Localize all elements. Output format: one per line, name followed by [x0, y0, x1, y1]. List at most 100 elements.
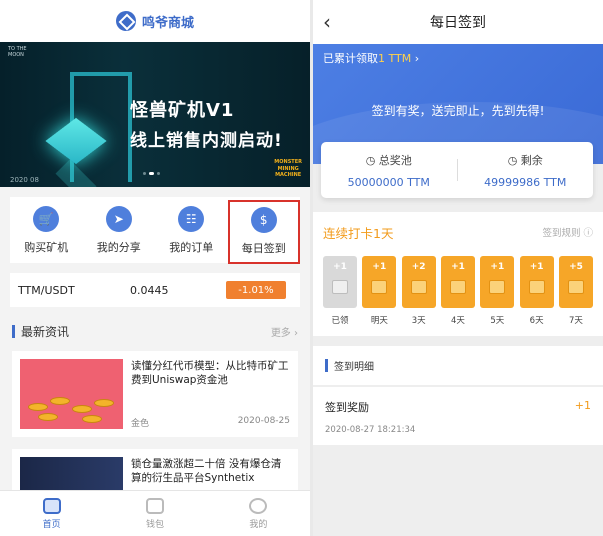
streak-day: +1 6天: [519, 256, 554, 326]
quick-action-label: 我的订单: [169, 240, 214, 254]
record-row: 签到奖励 +1: [325, 399, 591, 415]
banner-brand-line: MONSTER: [274, 159, 302, 165]
order-icon: ☷: [178, 205, 205, 232]
news-section-header: 最新资讯 更多 ›: [0, 311, 310, 351]
coin-stack-icon: [567, 280, 584, 294]
news-thumbnail: [20, 359, 123, 429]
checkin-header: ‹ 每日签到: [313, 0, 603, 44]
carousel-dot[interactable]: [143, 172, 146, 175]
streak-panel: 连续打卡1天 签到规则 ⓘ +1 已领 +1 明天 +2 3天 +1 4天 +1 5天 +…: [313, 212, 603, 336]
tab-profile[interactable]: 我的: [207, 491, 310, 536]
streak-day: +1 已领: [323, 256, 357, 326]
record-time: 2020-08-27 18:21:34: [325, 425, 416, 435]
remaining-label: 剩余: [520, 153, 543, 167]
day-points: +1: [372, 262, 387, 272]
day-reward-box: +1: [519, 256, 554, 308]
buy-miner-button[interactable]: 🛒 购买矿机: [12, 205, 80, 255]
banner-subtitle: 线上销售内测启动!: [130, 131, 283, 151]
quick-action-label: 购买矿机: [24, 240, 69, 254]
day-points: +1: [451, 262, 465, 272]
promo-banner[interactable]: TO THE MOON 怪兽矿机V1 线上销售内测启动! 2020 08 MON…: [0, 42, 310, 187]
streak-label: 连续打卡1天: [323, 225, 394, 241]
news-item[interactable]: 读懂分红代币模型：从比特币矿工费到Uniswap资金池 金色 2020-08-2…: [12, 351, 298, 437]
section-accent-bar: [12, 324, 15, 338]
total-pool-label-row: ◷ 总奖池: [321, 152, 457, 168]
tab-label: 我的: [249, 519, 268, 530]
share-icon: ➤: [105, 205, 132, 232]
banner-corner-text: TO THE MOON: [8, 46, 27, 58]
prize-pool-card: ◷ 总奖池 50000000 TTM ◷ 剩余 49999986 TTM: [321, 142, 593, 198]
page-title: 每日签到: [430, 15, 486, 31]
day-reward-box: +1: [440, 256, 475, 308]
price-ticker[interactable]: TTM/USDT 0.0445 -1.01%: [10, 273, 300, 307]
coin-stack-icon: [489, 280, 506, 294]
tab-label: 钱包: [145, 519, 164, 530]
back-icon[interactable]: ‹: [323, 10, 331, 34]
tab-home[interactable]: 首页: [0, 491, 103, 536]
quick-action-label: 每日签到: [241, 242, 286, 255]
day-label: 5天: [490, 316, 505, 326]
carousel-dot[interactable]: [157, 172, 160, 175]
day-reward-box: +5: [558, 256, 593, 308]
my-share-button[interactable]: ➤ 我的分享: [85, 205, 153, 255]
coin-graphic: [50, 397, 70, 405]
checkin-detail-header: 签到明细: [313, 346, 603, 386]
rules-label: 签到规则: [542, 228, 581, 239]
coin-graphic: [38, 413, 58, 421]
day-reward-box: +1: [362, 256, 397, 308]
profile-icon: [249, 497, 268, 514]
day-label: 4天: [451, 316, 465, 326]
news-more-label: 更多: [270, 327, 291, 339]
streak-day: +1 明天: [362, 256, 397, 326]
coin-stack-icon: [410, 280, 427, 294]
tab-label: 首页: [42, 519, 61, 530]
section-accent-bar: [325, 359, 328, 372]
clock-icon: ◷: [507, 153, 518, 167]
coin-stack-icon: [332, 280, 348, 294]
day-points: +5: [569, 262, 583, 272]
app-header: 鸣爷商城: [0, 0, 310, 42]
my-orders-button[interactable]: ☷ 我的订单: [157, 205, 225, 255]
checkin-rules-link[interactable]: 签到规则 ⓘ: [542, 225, 593, 239]
coin-graphic: [72, 405, 92, 413]
news-headline: 读懂分红代币模型：从比特币矿工费到Uniswap资金池: [131, 360, 289, 386]
cumulative-link[interactable]: 已累计领取1 TTM ›: [323, 50, 419, 66]
record-amount: +1: [574, 399, 591, 412]
checkin-slogan: 签到有奖，送完即止，先到先得!: [371, 104, 545, 118]
chevron-right-icon: ›: [294, 327, 298, 339]
day-reward-box: +2: [401, 256, 436, 308]
streak-header: 连续打卡1天 签到规则 ⓘ: [323, 222, 593, 242]
app-brand: 鸣爷商城: [141, 15, 194, 31]
news-info: 读懂分红代币模型：从比特币矿工费到Uniswap资金池 金色 2020-08-2…: [131, 359, 290, 429]
news-meta: 金色 2020-08-25: [131, 416, 290, 429]
banner-brand: MONSTER MINING MACHINE: [274, 159, 302, 179]
banner-brand-line: MACHINE: [275, 172, 302, 178]
logo-icon: [115, 11, 136, 31]
clock-icon: ◷: [365, 153, 376, 167]
coin-graphic: [28, 403, 48, 411]
cumulative-value: 1 TTM: [378, 52, 412, 65]
cart-icon: 🛒: [33, 205, 60, 232]
carousel-dot-active[interactable]: [149, 172, 154, 175]
news-more-link[interactable]: 更多 ›: [271, 324, 298, 339]
streak-days: +1 已领 +1 明天 +2 3天 +1 4天 +1 5天 +1 6天 +5 7天: [323, 256, 593, 326]
day-label: 7天: [569, 316, 583, 326]
ticker-pair: TTM/USDT: [18, 283, 75, 297]
home-screen: 鸣爷商城 TO THE MOON 怪兽矿机V1 线上销售内测启动! 2020 0…: [0, 0, 310, 536]
chevron-right-icon: ›: [414, 52, 420, 65]
checkin-record: 签到奖励 +1 2020-08-27 18:21:34: [313, 387, 603, 445]
streak-day: +1 4天: [440, 256, 475, 326]
streak-day: +1 5天: [480, 256, 515, 326]
tab-wallet[interactable]: 钱包: [103, 491, 206, 536]
total-pool: ◷ 总奖池 50000000 TTM: [321, 152, 457, 189]
banner-title: 怪兽矿机V1: [130, 100, 235, 121]
coin-graphic: [82, 415, 102, 423]
carousel-dots[interactable]: [143, 172, 160, 175]
quick-action-label: 我的分享: [96, 240, 141, 254]
daily-checkin-button[interactable]: $ 每日签到: [227, 200, 300, 264]
day-label: 明天: [370, 316, 388, 326]
coin-stack-icon: [449, 280, 466, 294]
day-reward-box: +1: [323, 256, 357, 308]
day-reward-box: +1: [480, 256, 515, 308]
day-points: +1: [529, 262, 544, 272]
